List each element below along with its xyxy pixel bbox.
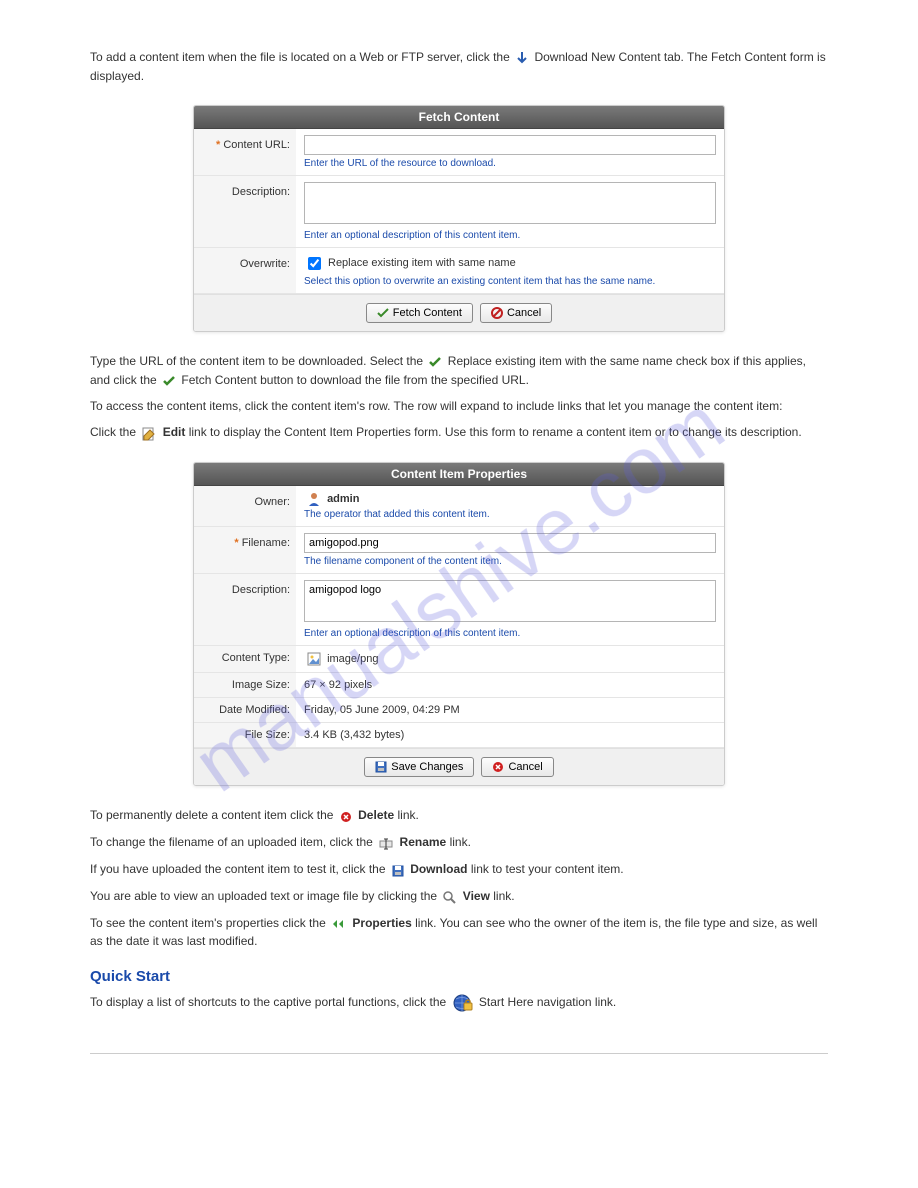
check-icon <box>429 353 441 371</box>
rename-link-text: Rename <box>400 835 447 849</box>
text-fragment: To change the filename of an uploaded it… <box>90 835 376 849</box>
view-link-text: View <box>463 889 490 903</box>
cancel-button[interactable]: Cancel <box>480 303 552 323</box>
file-size-value: 3.4 KB (3,432 bytes) <box>296 723 724 747</box>
save-disk-icon <box>392 861 404 879</box>
rename-paragraph: To change the filename of an uploaded it… <box>90 833 828 852</box>
image-size-value: 67 × 92 pixels <box>296 673 724 697</box>
overwrite-checkbox[interactable] <box>308 257 321 270</box>
save-changes-button[interactable]: Save Changes <box>364 757 474 777</box>
owner-value: admin <box>327 493 359 505</box>
text-fragment: To permanently delete a content item cli… <box>90 808 337 822</box>
overwrite-label: Overwrite: <box>194 248 296 293</box>
text-fragment: link to test your content item. <box>471 862 624 876</box>
description2-textarea[interactable] <box>304 580 716 622</box>
view-paragraph: You are able to view an uploaded text or… <box>90 887 828 906</box>
content-type-label: Content Type: <box>194 646 296 672</box>
properties-panel-footer: Save Changes Cancel <box>194 748 724 785</box>
rename-icon <box>379 834 393 852</box>
overwrite-checkbox-label: Replace existing item with same name <box>328 257 516 269</box>
cancel-x-icon <box>492 761 504 773</box>
text-fragment: To add a content item when the file is l… <box>90 50 513 64</box>
cancel-button[interactable]: Cancel <box>481 757 553 777</box>
properties-icon <box>332 914 346 932</box>
access-content-paragraph: To access the content items, click the c… <box>90 397 828 415</box>
content-url-hint: Enter the URL of the resource to downloa… <box>304 158 716 169</box>
quick-start-paragraph: To display a list of shortcuts to the ca… <box>90 993 828 1013</box>
description2-hint: Enter an optional description of this co… <box>304 628 716 639</box>
delete-paragraph: To permanently delete a content item cli… <box>90 806 828 825</box>
owner-hint: The operator that added this content ite… <box>304 509 716 520</box>
content-url-input[interactable] <box>304 135 716 155</box>
download-link-text: Download <box>410 862 467 876</box>
text-fragment: link. <box>450 835 471 849</box>
filename-label: * Filename: <box>194 527 296 573</box>
file-size-label: File Size: <box>194 723 296 747</box>
cancel-icon <box>491 307 503 319</box>
download-paragraph: If you have uploaded the content item to… <box>90 860 828 879</box>
filename-input[interactable] <box>304 533 716 553</box>
delete-icon <box>340 807 352 825</box>
footer-divider <box>90 1053 828 1054</box>
description-label: Description: <box>194 176 296 247</box>
content-type-row: Content Type: image/png <box>194 646 724 673</box>
save-disk-icon <box>375 761 387 773</box>
globe-lock-icon <box>453 993 473 1013</box>
fetch-instructions-paragraph: Type the URL of the content item to be d… <box>90 352 828 390</box>
text-fragment: Fetch Content button to download the fil… <box>181 373 529 387</box>
edit-icon <box>142 424 156 442</box>
delete-link-text: Delete <box>358 808 394 822</box>
image-size-row: Image Size: 67 × 92 pixels <box>194 673 724 698</box>
download-arrow-icon <box>516 49 528 67</box>
text-fragment: link to display the Content Item Propert… <box>189 425 802 439</box>
magnifier-icon <box>443 888 456 906</box>
panel-title: Content Item Properties <box>194 463 724 486</box>
properties-paragraph: To see the content item's properties cli… <box>90 914 828 951</box>
fetch-panel-footer: Fetch Content Cancel <box>194 294 724 331</box>
intro-paragraph: To add a content item when the file is l… <box>90 48 828 85</box>
overwrite-hint: Select this option to overwrite an exist… <box>304 276 716 287</box>
date-modified-row: Date Modified: Friday, 05 June 2009, 04:… <box>194 698 724 723</box>
text-fragment: Type the URL of the content item to be d… <box>90 354 426 368</box>
text-fragment: To see the content item's properties cli… <box>90 916 329 930</box>
content-properties-panel: Content Item Properties Owner: admin The… <box>193 462 725 786</box>
edit-paragraph: Click the Edit link to display the Conte… <box>90 423 828 442</box>
text-fragment: link. <box>398 808 419 822</box>
check-icon <box>163 371 175 389</box>
content-type-value: image/png <box>327 653 378 665</box>
description-row: Description: Enter an optional descripti… <box>194 176 724 248</box>
properties-link-text: Properties <box>352 916 411 930</box>
description2-label: Description: <box>194 574 296 645</box>
fetch-content-panel: Fetch Content * Content URL: Enter the U… <box>193 105 725 332</box>
owner-label: Owner: <box>194 486 296 526</box>
filename-hint: The filename component of the content it… <box>304 556 716 567</box>
date-modified-label: Date Modified: <box>194 698 296 722</box>
image-file-icon <box>307 652 321 666</box>
text-fragment: Start Here navigation link. <box>479 996 616 1010</box>
owner-row: Owner: admin The operator that added thi… <box>194 486 724 527</box>
panel-title: Fetch Content <box>194 106 724 129</box>
text-fragment: Click the <box>90 425 139 439</box>
description2-row: Description: Enter an optional descripti… <box>194 574 724 646</box>
filename-row: * Filename: The filename component of th… <box>194 527 724 574</box>
check-icon <box>377 307 389 319</box>
file-size-row: File Size: 3.4 KB (3,432 bytes) <box>194 723 724 748</box>
fetch-content-button[interactable]: Fetch Content <box>366 303 473 323</box>
quick-start-heading: Quick Start <box>90 968 828 985</box>
description-hint: Enter an optional description of this co… <box>304 230 716 241</box>
image-size-label: Image Size: <box>194 673 296 697</box>
user-icon <box>307 492 321 506</box>
text-fragment: You are able to view an uploaded text or… <box>90 889 440 903</box>
text-fragment: If you have uploaded the content item to… <box>90 862 389 876</box>
date-modified-value: Friday, 05 June 2009, 04:29 PM <box>296 698 724 722</box>
content-url-label: * Content URL: <box>194 129 296 175</box>
overwrite-row: Overwrite: Replace existing item with sa… <box>194 248 724 294</box>
edit-link-text: Edit <box>163 425 186 439</box>
content-url-row: * Content URL: Enter the URL of the reso… <box>194 129 724 176</box>
text-fragment: To display a list of shortcuts to the ca… <box>90 996 450 1010</box>
text-fragment: link. <box>493 889 514 903</box>
description-textarea[interactable] <box>304 182 716 224</box>
